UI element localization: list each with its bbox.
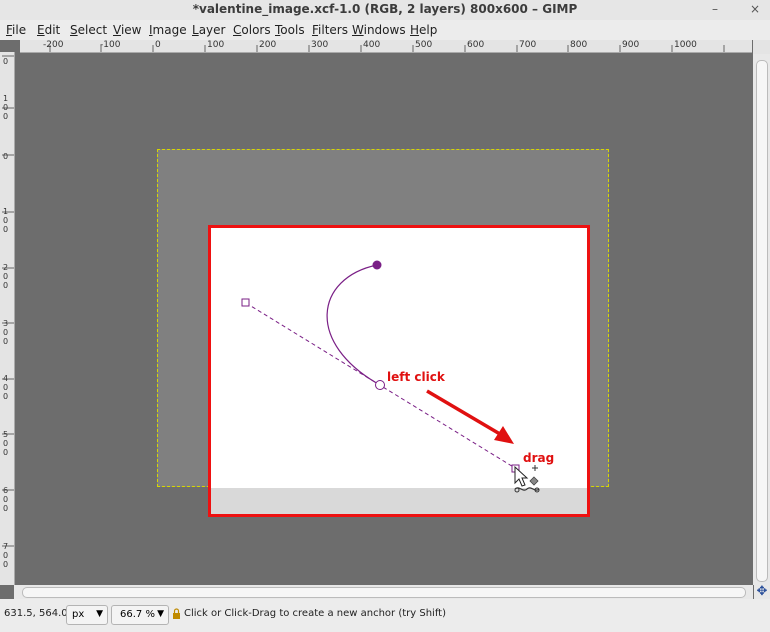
horizontal-scroll-thumb[interactable] xyxy=(22,587,746,598)
menu-image[interactable]: Image xyxy=(149,23,187,37)
vruler-label: 300 xyxy=(3,319,9,346)
drag-annotation: drag xyxy=(523,451,555,465)
ruler-corner xyxy=(753,40,770,54)
chevron-down-icon: ▼ xyxy=(96,609,103,619)
hruler-label: -200 xyxy=(43,40,64,50)
hruler-label: -100 xyxy=(100,40,121,50)
menu-edit[interactable]: Edit xyxy=(37,23,60,37)
zoom-value: 66.7 % xyxy=(120,609,155,620)
status-bar: 631.5, 564.0 px ▼ 66.7 % ▼ Click or Clic… xyxy=(0,599,770,632)
drag-arrow-shaft xyxy=(426,389,506,439)
hruler-label: 600 xyxy=(467,40,485,50)
vruler-label: 700 xyxy=(3,542,9,569)
vruler-label: 100 xyxy=(3,207,9,234)
vruler-label: 200 xyxy=(3,263,9,290)
menu-bar: File Edit Select View Image Layer Colors… xyxy=(0,20,770,40)
menu-filters[interactable]: Filters xyxy=(312,23,348,37)
path-anchor-circle[interactable] xyxy=(375,380,385,390)
hruler-label: 300 xyxy=(311,40,329,50)
menu-colors[interactable]: Colors xyxy=(233,23,271,37)
path-overlay xyxy=(241,260,540,493)
image-canvas[interactable]: left click drag xyxy=(15,53,753,585)
hruler-label: 400 xyxy=(363,40,381,50)
menu-file[interactable]: File xyxy=(6,23,26,37)
left-click-annotation: left click xyxy=(387,370,445,384)
menu-select[interactable]: Select xyxy=(70,23,107,37)
status-message: Click or Click-Drag to create a new anch… xyxy=(184,608,446,619)
zoom-select[interactable]: 66.7 % ▼ xyxy=(111,605,169,625)
close-button[interactable]: × xyxy=(748,2,762,16)
vertical-scrollbar[interactable] xyxy=(753,54,770,585)
window-title: *valentine_image.xcf-1.0 (RGB, 2 layers)… xyxy=(192,2,578,16)
pointer-coordinates: 631.5, 564.0 xyxy=(4,608,68,619)
vertical-scroll-thumb[interactable] xyxy=(756,60,768,582)
minimize-button[interactable]: – xyxy=(708,2,722,16)
drag-arrow-head xyxy=(494,426,514,444)
vruler-label: 600 xyxy=(3,486,9,513)
hruler-label: 700 xyxy=(519,40,537,50)
horizontal-ruler-ticks xyxy=(49,45,725,52)
menu-help[interactable]: Help xyxy=(410,23,437,37)
vruler-label: 100 xyxy=(3,94,9,121)
vruler-label: 500 xyxy=(3,430,9,457)
handle-square-left[interactable] xyxy=(241,298,250,307)
hruler-label: 1000 xyxy=(674,40,697,50)
lock-icon xyxy=(173,608,180,619)
vruler-label: 0 xyxy=(3,57,9,66)
horizontal-ruler[interactable]: -200 -100 0 100 200 300 400 500 600 700 … xyxy=(20,40,752,53)
hruler-label: 500 xyxy=(415,40,433,50)
vertical-ruler[interactable]: 0 100 0 100 200 300 400 500 600 700 xyxy=(0,52,15,585)
cursor-diamond-icon xyxy=(529,476,539,486)
chevron-down-icon: ▼ xyxy=(157,609,164,619)
hruler-label: 0 xyxy=(155,40,161,50)
hruler-label: 200 xyxy=(259,40,277,50)
hruler-label: 800 xyxy=(570,40,588,50)
menu-view[interactable]: View xyxy=(113,23,141,37)
menu-windows[interactable]: Windows xyxy=(352,23,406,37)
menu-tools[interactable]: Tools xyxy=(275,23,305,37)
cursor-plus-icon xyxy=(532,465,538,471)
unit-value: px xyxy=(72,609,85,620)
menu-layer[interactable]: Layer xyxy=(192,23,225,37)
hruler-label: 100 xyxy=(207,40,225,50)
hruler-label: 900 xyxy=(622,40,640,50)
navigate-icon[interactable]: ✥ xyxy=(754,585,770,599)
vruler-label: 0 xyxy=(3,152,9,161)
unit-select[interactable]: px ▼ xyxy=(66,605,108,625)
horizontal-scrollbar[interactable] xyxy=(14,585,753,599)
vruler-label: 400 xyxy=(3,374,9,401)
path-start-anchor[interactable] xyxy=(372,260,382,270)
pointer-cursor-icon xyxy=(514,465,529,487)
title-bar: *valentine_image.xcf-1.0 (RGB, 2 layers)… xyxy=(0,0,770,21)
bezier-path xyxy=(326,264,381,386)
